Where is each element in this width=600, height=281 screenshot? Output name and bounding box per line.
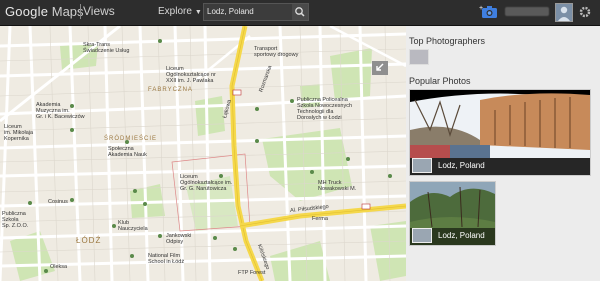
district-label: ŚRÓDMIEŚCIE	[104, 136, 158, 142]
avatar[interactable]	[555, 3, 573, 22]
map-label: National Film School in Łódź	[148, 253, 185, 265]
views-label[interactable]: Views	[83, 4, 115, 18]
map-view[interactable]: Skra-Trans Świadczenie Usług Transport spo…	[0, 26, 406, 281]
gear-icon[interactable]	[578, 5, 592, 19]
search-input[interactable]	[207, 5, 291, 18]
logo-divider	[80, 4, 81, 19]
map-label: Liceum Ogólnokształcące nr XXII im. J. Paw…	[166, 66, 216, 84]
user-icon	[558, 6, 570, 21]
side-panel: Top Photographers Popular Photos Lodz, P…	[406, 26, 600, 281]
photo-caption: Lodz, Poland	[438, 161, 485, 170]
map-label: Skra-Trans Świadczenie Usług	[83, 42, 130, 54]
map-label: Klub Nauczyciela	[118, 220, 148, 232]
add-photo-camera-icon[interactable]: +	[479, 4, 499, 20]
map-label: Liceum im. Mikołaja Kopernika	[4, 124, 34, 142]
photographer-thumb[interactable]	[412, 228, 432, 243]
popular-photo-1[interactable]: Lodz, Poland	[409, 89, 591, 176]
map-label: Jankowski Odpisy	[166, 233, 192, 245]
map-label: Oleksa	[50, 264, 68, 270]
photo-caption-bar: Lodz, Poland	[410, 228, 495, 245]
explore-menu[interactable]: Explore ▼	[158, 6, 202, 17]
map-label: Liceum Ogólnokształcące im. Gr. G. Narutow…	[180, 174, 233, 192]
logo-maps-text: Maps	[51, 4, 84, 19]
map-label: Społeczna Akademia Nauk	[108, 146, 147, 158]
photo-caption: Lodz, Poland	[438, 231, 485, 240]
map-label: FTP Forest	[238, 270, 266, 276]
district-label: FABRYCZNA	[148, 87, 193, 93]
popular-photo-2[interactable]: Lodz, Poland	[409, 181, 496, 246]
logo-google-text: Google	[5, 4, 49, 19]
photo-caption-bar: Lodz, Poland	[410, 158, 590, 175]
svg-text:+: +	[479, 5, 483, 12]
map-label: Transport sportowy drogowy	[254, 46, 299, 58]
popular-photos-title: Popular Photos	[409, 76, 471, 86]
explore-label: Explore	[158, 6, 192, 17]
search-button[interactable]	[292, 4, 308, 20]
user-name-blurred[interactable]	[505, 7, 549, 16]
search-icon	[295, 7, 305, 17]
map-label: Publiczna Policealna Szkoła Nowoczesnych T…	[297, 97, 353, 121]
map-label: Cosinus	[48, 199, 68, 205]
collapse-map-button[interactable]	[372, 61, 388, 75]
google-maps-logo[interactable]: Google Maps	[5, 4, 84, 19]
chevron-down-icon: ▼	[194, 9, 202, 16]
photographer-avatar[interactable]	[409, 49, 429, 65]
map-label: Publiczna Szkoła Sp. Z.O.O.	[2, 211, 29, 229]
city-label: ŁÓDŹ	[76, 236, 102, 245]
street-map	[0, 26, 406, 281]
top-bar: Google Maps Views Explore▼ +	[0, 0, 600, 26]
map-label: Ferma	[312, 216, 328, 222]
collapse-arrow-icon	[376, 63, 384, 71]
map-label: MH Truck Nowakowski M.	[318, 180, 357, 192]
map-label: Akademia Muzyczna im. Gr. i K. Bacewiczów	[36, 102, 85, 120]
top-photographers-title: Top Photographers	[409, 36, 486, 46]
photographer-thumb[interactable]	[412, 158, 432, 173]
search-box	[203, 3, 309, 21]
